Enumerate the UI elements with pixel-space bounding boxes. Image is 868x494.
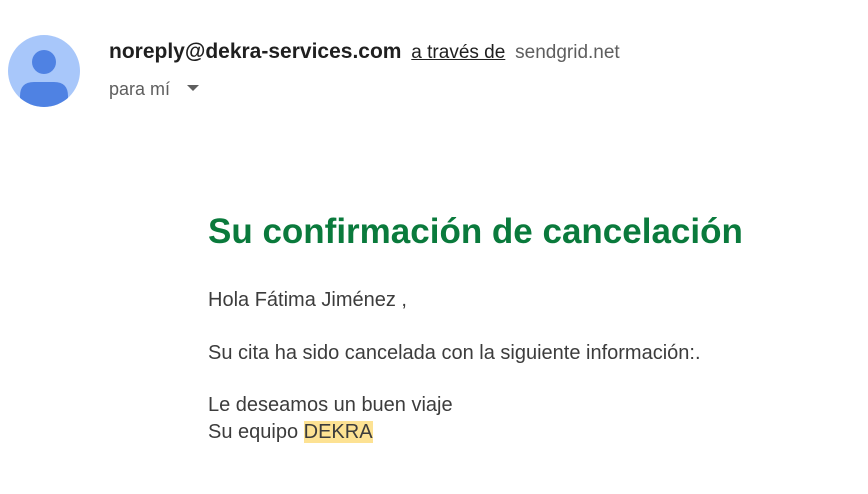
sender-line: noreply@dekra-services.com a través de s… <box>109 38 620 67</box>
person-avatar-icon <box>20 50 68 107</box>
via-domain: sendgrid.net <box>515 42 620 63</box>
chevron-down-icon <box>187 85 200 92</box>
email-info-text: Su cita ha sido cancelada con la siguien… <box>208 342 701 364</box>
email-title: Su confirmación de cancelación <box>208 212 743 251</box>
recipient-label: para mí <box>109 79 171 99</box>
email-greeting: Hola Fátima Jiménez , <box>208 289 407 311</box>
via-link[interactable]: a través de <box>411 42 505 63</box>
email-body: Su confirmación de cancelación Hola Fáti… <box>208 208 848 443</box>
signoff-prefix: Su equipo <box>208 421 299 443</box>
email-signoff: Su equipo DEKRA <box>208 418 373 447</box>
email-header: noreply@dekra-services.com a través de s… <box>0 0 868 120</box>
email-farewell: Le deseamos un buen viaje <box>208 394 453 416</box>
sender-avatar[interactable] <box>8 35 80 107</box>
recipient-details-toggle[interactable]: para mí <box>109 76 200 102</box>
sender-email[interactable]: noreply@dekra-services.com <box>109 40 401 63</box>
signoff-brand-highlight: DEKRA <box>303 421 373 443</box>
